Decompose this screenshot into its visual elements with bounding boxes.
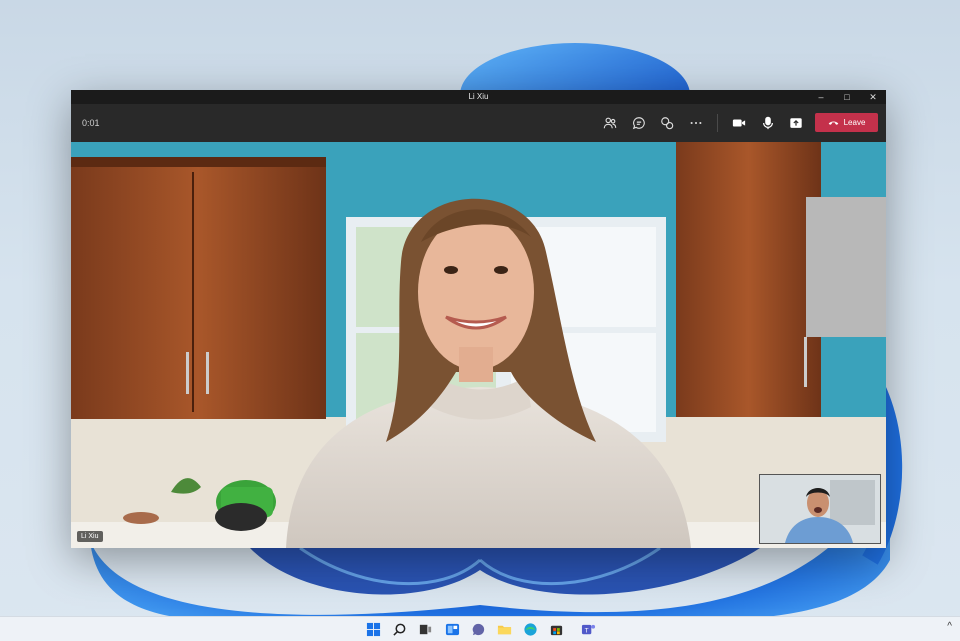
mic-button[interactable] (759, 114, 777, 132)
file-explorer-button[interactable] (496, 621, 512, 637)
hang-up-icon (828, 121, 838, 125)
main-video-feed: Li Xiu (71, 142, 886, 548)
camera-button[interactable] (730, 114, 748, 132)
call-timer: 0:01 (82, 118, 100, 128)
search-button[interactable] (391, 621, 407, 637)
system-tray-expand[interactable]: ^ (947, 621, 952, 632)
mic-icon (763, 116, 773, 130)
teams-button[interactable]: T (580, 621, 596, 637)
minimize-button[interactable]: – (808, 90, 834, 104)
taskbar: T ^ (0, 616, 960, 641)
chat-app-button[interactable] (470, 621, 486, 637)
task-view-button[interactable] (417, 621, 433, 637)
more-options-button[interactable] (687, 114, 705, 132)
edge-button[interactable] (522, 621, 538, 637)
chat-icon (472, 623, 484, 635)
widgets-button[interactable] (444, 621, 460, 637)
leave-button[interactable]: Leave (815, 113, 878, 132)
teams-call-window: Li Xiu – □ ✕ 0:01 Leave Li Xiu (71, 90, 886, 548)
self-view-thumbnail[interactable] (759, 474, 881, 544)
people-icon (603, 117, 617, 129)
start-button[interactable] (365, 621, 381, 637)
start-icon (366, 622, 380, 636)
camera-icon (732, 119, 746, 127)
toolbar-divider (717, 114, 718, 132)
leave-label: Leave (843, 118, 866, 127)
chat-icon (632, 117, 645, 130)
search-icon (392, 623, 405, 636)
more-icon (690, 121, 702, 125)
task-view-icon (419, 624, 431, 634)
window-title: Li Xiu (468, 92, 489, 101)
store-button[interactable] (548, 621, 564, 637)
share-button[interactable] (787, 114, 805, 132)
maximize-button[interactable]: □ (834, 90, 860, 104)
close-button[interactable]: ✕ (860, 90, 886, 104)
participant-name-tag: Li Xiu (77, 531, 103, 542)
call-toolbar: 0:01 Leave (71, 104, 886, 142)
reactions-button[interactable] (658, 114, 676, 132)
self-view-video (760, 475, 880, 543)
chat-button[interactable] (630, 114, 648, 132)
widgets-icon (445, 623, 459, 635)
file-explorer-icon (497, 625, 511, 634)
title-bar: Li Xiu – □ ✕ (71, 90, 886, 104)
store-icon (550, 625, 562, 635)
edge-icon (523, 622, 537, 636)
teams-icon: T (581, 624, 595, 634)
svg-text:T: T (584, 627, 588, 634)
share-icon (790, 118, 802, 128)
participants-button[interactable] (601, 114, 619, 132)
reactions-icon (661, 117, 674, 130)
